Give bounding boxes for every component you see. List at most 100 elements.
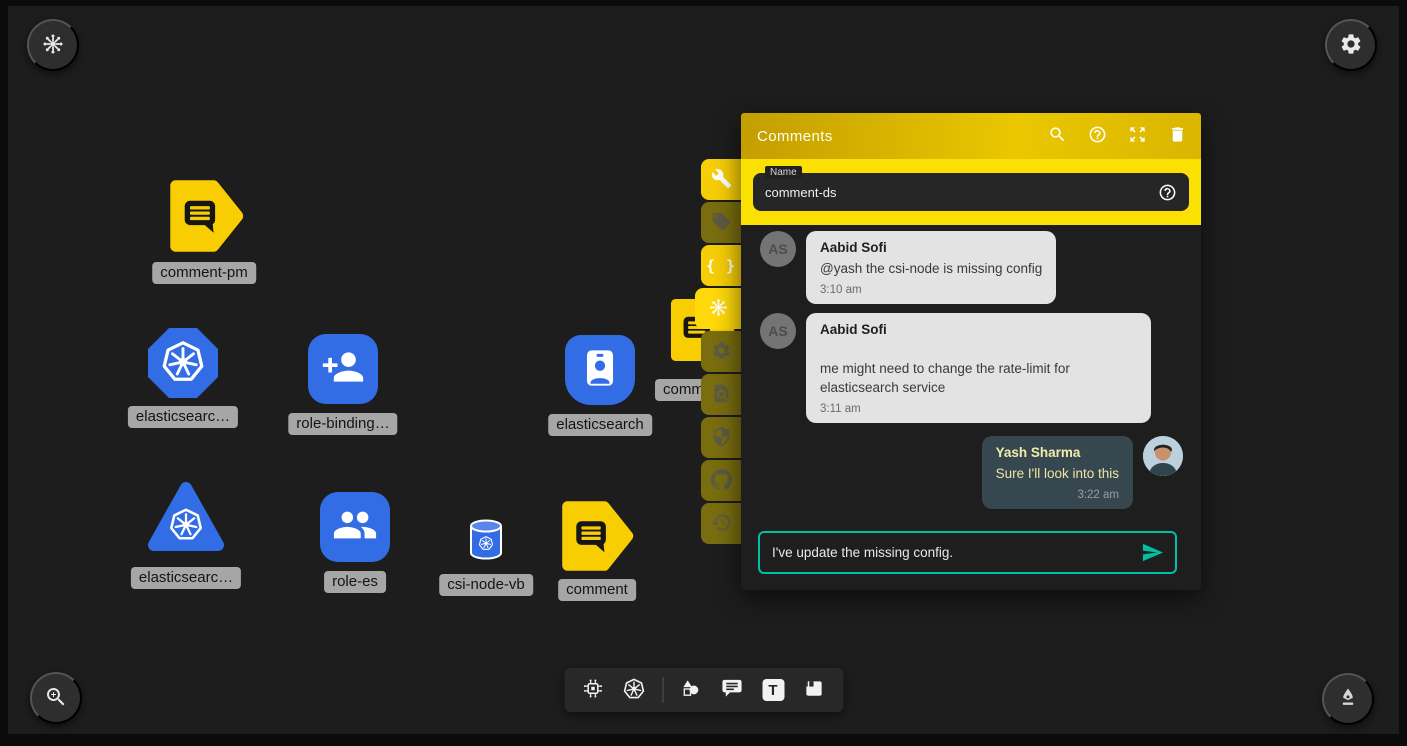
shapes-icon [680, 677, 703, 703]
kubernetes-triangle-icon [147, 479, 225, 555]
id-badge-icon [577, 345, 623, 396]
flower-icon [708, 297, 729, 321]
configure-tool-button[interactable] [701, 159, 741, 200]
comment-composer [758, 531, 1177, 574]
kubernetes-tool-button[interactable] [621, 677, 647, 703]
braces-icon: { } [706, 257, 736, 275]
node-label: role-es [324, 571, 386, 593]
message-author: Aabid Sofi [820, 240, 1042, 255]
message-text: me might need to change the rate-limit f… [820, 359, 1137, 397]
gear-icon [1339, 32, 1363, 59]
node-role-es[interactable] [320, 492, 390, 562]
comment-message: AS Aabid Sofi me might need to change th… [760, 313, 1183, 423]
settings-tool-button[interactable] [701, 331, 741, 372]
node-elasticsearch-serviceaccount[interactable] [565, 335, 635, 405]
kanvas-app: comment-pm elasticsearc… role-binding… e… [0, 0, 1407, 746]
settings-button[interactable] [1325, 19, 1377, 71]
diagram-tool-button[interactable] [580, 677, 606, 703]
node-label: role-binding… [288, 413, 397, 435]
tag-icon [711, 211, 732, 235]
message-time: 3:22 am [996, 489, 1119, 501]
json-tool-button[interactable]: { } [701, 245, 741, 286]
image-icon [803, 677, 826, 703]
trash-icon [1168, 125, 1187, 147]
person-add-icon [321, 345, 365, 394]
comment-message: Yash Sharma Sure I'll look into this 3:2… [760, 436, 1183, 509]
kubernetes-icon [160, 338, 206, 389]
history-icon [711, 512, 732, 536]
node-elasticsearch-triangle[interactable] [147, 479, 225, 555]
avatar: AS [760, 313, 796, 349]
text-tool-button[interactable]: T [760, 677, 786, 703]
node-label: comment [558, 579, 636, 601]
inspect-tool-button[interactable] [701, 374, 741, 415]
panel-side-toolbar: { } [697, 159, 741, 546]
comment-shape-icon [560, 499, 634, 573]
app-logo-button[interactable] [27, 19, 79, 71]
text-icon: T [762, 679, 784, 701]
node-comment-pm[interactable] [168, 178, 244, 254]
send-icon [1141, 552, 1164, 567]
help-icon [1088, 125, 1107, 147]
comment-icon [721, 677, 744, 703]
pen-tool-button[interactable] [1322, 673, 1374, 725]
doc-search-icon [711, 383, 732, 407]
people-icon [332, 502, 378, 553]
kubernetes-icon [623, 677, 646, 703]
comment-input[interactable] [772, 545, 1139, 560]
help-button[interactable] [1087, 126, 1107, 146]
expand-icon [1128, 125, 1147, 147]
message-bubble: Yash Sharma Sure I'll look into this 3:2… [982, 436, 1133, 509]
send-button[interactable] [1139, 541, 1165, 565]
name-field-wrap: Name [753, 173, 1189, 211]
shapes-tool-button[interactable] [678, 677, 704, 703]
circuit-icon [582, 677, 605, 703]
pen-nib-icon [1336, 686, 1360, 713]
comment-tool-button[interactable] [719, 677, 745, 703]
components-tool-button[interactable] [695, 288, 741, 329]
comment-message: AS Aabid Sofi @yash the csi-node is miss… [760, 231, 1183, 304]
security-tool-button[interactable] [701, 417, 741, 458]
node-comment[interactable] [560, 499, 634, 573]
message-bubble: Aabid Sofi @yash the csi-node is missing… [806, 231, 1056, 304]
name-input[interactable] [765, 185, 1158, 200]
history-tool-button[interactable] [701, 503, 741, 544]
message-time: 3:10 am [820, 284, 1042, 296]
node-csi-node-vb[interactable] [468, 518, 504, 562]
avatar [1143, 436, 1183, 476]
image-tool-button[interactable] [801, 677, 827, 703]
message-text: @yash the csi-node is missing config [820, 259, 1042, 278]
node-label: elasticsearch [548, 414, 652, 436]
zoom-button[interactable] [30, 672, 82, 724]
panel-title: Comments [757, 128, 833, 145]
dock-divider [662, 677, 663, 703]
shield-icon [711, 426, 732, 450]
github-icon [711, 469, 732, 493]
help-icon[interactable] [1158, 183, 1177, 202]
kubernetes-cylinder-icon [468, 518, 504, 562]
node-role-binding[interactable] [308, 334, 378, 404]
expand-button[interactable] [1127, 126, 1147, 146]
node-label: comment-pm [152, 262, 256, 284]
delete-button[interactable] [1167, 126, 1187, 146]
flower-logo-icon [41, 32, 65, 59]
message-time: 3:11 am [820, 403, 1137, 415]
message-author: Aabid Sofi [820, 322, 1137, 337]
name-field-label: Name [765, 166, 802, 179]
zoom-in-icon [44, 685, 68, 712]
search-button[interactable] [1047, 126, 1067, 146]
comments-panel: Comments Name AS Aabid Sofi @yash the cs… [741, 113, 1201, 590]
tag-tool-button[interactable] [701, 202, 741, 243]
gear-icon [711, 340, 732, 364]
name-section: Name [741, 159, 1201, 225]
user-photo [1143, 436, 1183, 476]
comments-panel-header[interactable]: Comments [741, 113, 1201, 159]
node-elasticsearch-octagon[interactable] [148, 328, 218, 398]
node-label: elasticsearc… [128, 406, 238, 428]
message-bubble: Aabid Sofi me might need to change the r… [806, 313, 1151, 423]
search-icon [1048, 125, 1067, 147]
bottom-dock: T [564, 668, 843, 712]
comment-thread[interactable]: AS Aabid Sofi @yash the csi-node is miss… [741, 225, 1201, 521]
github-tool-button[interactable] [701, 460, 741, 501]
node-label: csi-node-vb [439, 574, 533, 596]
